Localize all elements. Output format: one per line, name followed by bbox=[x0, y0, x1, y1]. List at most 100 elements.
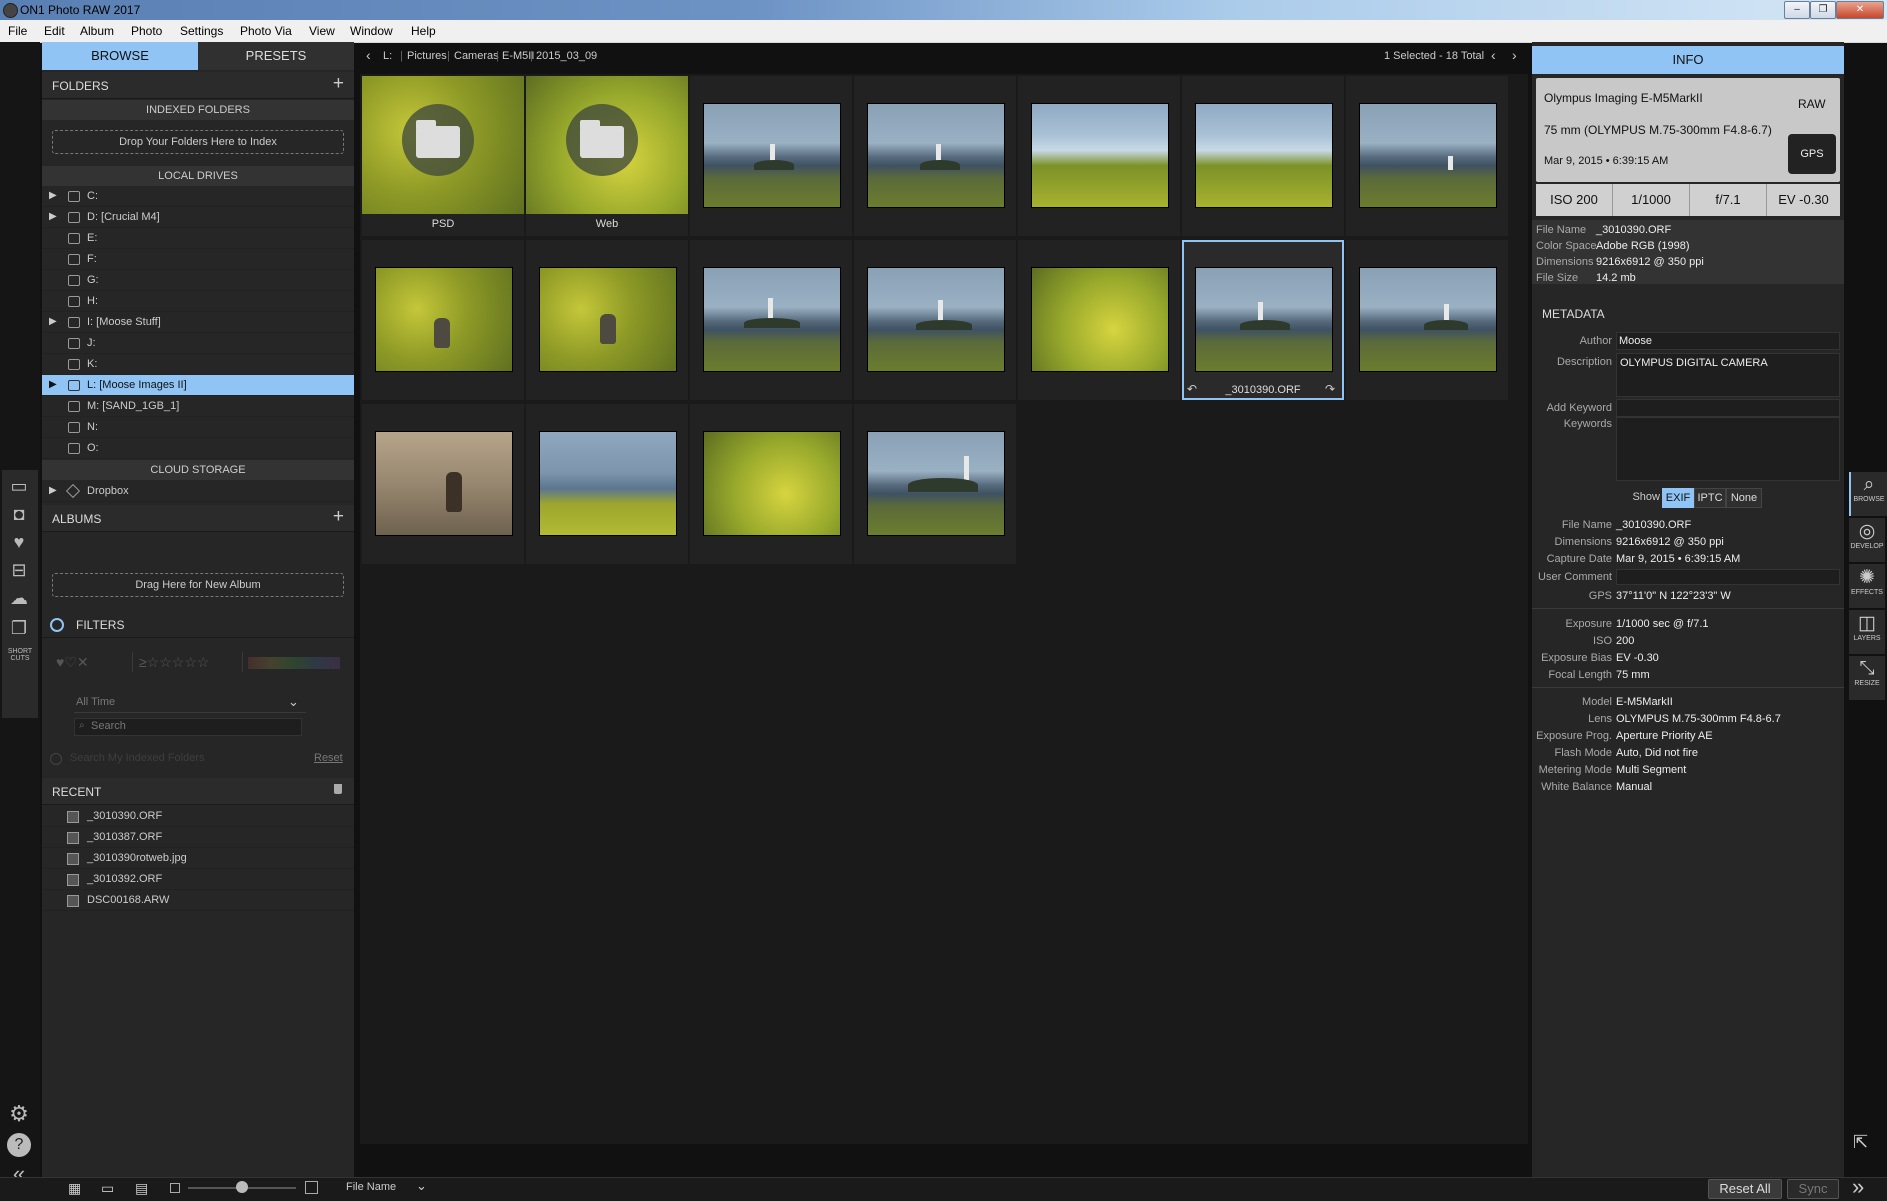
photo-thumb[interactable] bbox=[1182, 76, 1344, 236]
add-keyword-input[interactable] bbox=[1616, 399, 1840, 417]
cloud-dropbox[interactable]: ▶ Dropbox bbox=[42, 481, 354, 502]
restore-button[interactable]: ❐ bbox=[1810, 1, 1836, 19]
thumb-size-slider-knob[interactable] bbox=[236, 1181, 248, 1193]
close-button[interactable]: ✕ bbox=[1836, 1, 1884, 19]
recent-item[interactable]: _3010390rotweb.jpg bbox=[42, 848, 354, 869]
reset-all-button[interactable]: Reset All bbox=[1708, 1179, 1782, 1199]
module-browse[interactable]: ⌕ BROWSE bbox=[1849, 472, 1887, 516]
drive-n[interactable]: N: bbox=[42, 417, 354, 438]
expand-icon[interactable]: ▶ bbox=[49, 375, 57, 395]
rotate-right-icon[interactable]: ↷ bbox=[1325, 382, 1335, 396]
menu-edit[interactable]: Edit bbox=[44, 24, 65, 38]
tab-presets[interactable]: PRESETS bbox=[198, 42, 354, 70]
reset-filters-link[interactable]: Reset bbox=[314, 752, 343, 764]
drive-i[interactable]: ▶ I: [Moose Stuff] bbox=[42, 312, 354, 333]
drive-icon[interactable]: ⊟ bbox=[6, 558, 32, 582]
collapse-right-icon[interactable]: » bbox=[1852, 1174, 1864, 1200]
minimize-button[interactable]: – bbox=[1784, 1, 1810, 19]
grid-view-icon[interactable]: ▦ bbox=[68, 1180, 81, 1197]
breadcrumb-item[interactable]: 2015_03_09 bbox=[536, 50, 597, 62]
computer-icon[interactable]: ▭ bbox=[6, 474, 32, 498]
menu-view[interactable]: View bbox=[309, 24, 335, 38]
photo-thumb[interactable] bbox=[1018, 240, 1180, 400]
prev-arrow-icon[interactable]: ‹ bbox=[1491, 47, 1496, 63]
expand-icon[interactable]: ▶ bbox=[49, 481, 57, 501]
add-album-icon[interactable]: + bbox=[333, 506, 344, 528]
filmstrip-view-icon[interactable]: ▤ bbox=[135, 1180, 148, 1197]
rotate-left-icon[interactable]: ↶ bbox=[1187, 382, 1197, 396]
photo-thumb[interactable] bbox=[1346, 240, 1508, 400]
index-drop-zone[interactable]: Drop Your Folders Here to Index bbox=[52, 130, 344, 154]
rating-filter[interactable]: ≥☆☆☆☆☆ bbox=[139, 654, 209, 671]
shortcuts-icon[interactable]: ❐ bbox=[6, 616, 32, 640]
sync-button[interactable]: Sync bbox=[1787, 1179, 1839, 1199]
drive-o[interactable]: O: bbox=[42, 438, 354, 459]
breadcrumb-item[interactable]: Pictures bbox=[407, 50, 447, 62]
drive-f[interactable]: F: bbox=[42, 249, 354, 270]
module-develop[interactable]: ◎ DEVELOP bbox=[1849, 518, 1885, 562]
breadcrumb-item[interactable]: Cameras bbox=[454, 50, 499, 62]
expand-icon[interactable]: ▶ bbox=[49, 312, 57, 332]
user-comment-field[interactable] bbox=[1616, 569, 1840, 585]
search-indexed-radio[interactable] bbox=[50, 753, 62, 765]
show-exif-button[interactable]: EXIF bbox=[1662, 488, 1694, 508]
back-arrow-icon[interactable]: ‹ bbox=[366, 47, 371, 63]
menu-photo[interactable]: Photo bbox=[131, 24, 162, 38]
filters-toggle-icon[interactable] bbox=[50, 618, 64, 632]
menu-help[interactable]: Help bbox=[411, 24, 436, 38]
photo-thumb[interactable] bbox=[854, 76, 1016, 236]
trash-icon[interactable] bbox=[334, 784, 342, 794]
module-layers[interactable]: ◫ LAYERS bbox=[1849, 610, 1885, 654]
photo-thumb[interactable] bbox=[690, 404, 852, 564]
recent-item[interactable]: _3010387.ORF bbox=[42, 827, 354, 848]
module-effects[interactable]: ✺ EFFECTS bbox=[1849, 564, 1885, 608]
cloud-icon[interactable]: ☁ bbox=[6, 586, 32, 610]
drive-d[interactable]: ▶ D: [Crucial M4] bbox=[42, 207, 354, 228]
photo-thumb[interactable] bbox=[362, 240, 524, 400]
photo-thumb[interactable] bbox=[1018, 76, 1180, 236]
photo-thumb[interactable] bbox=[854, 240, 1016, 400]
drive-j[interactable]: J: bbox=[42, 333, 354, 354]
add-folder-icon[interactable]: + bbox=[333, 73, 344, 95]
drive-c[interactable]: ▶ C: bbox=[42, 186, 354, 207]
photo-thumb[interactable] bbox=[690, 240, 852, 400]
photo-thumb[interactable] bbox=[854, 404, 1016, 564]
photo-thumb[interactable] bbox=[362, 404, 524, 564]
description-field[interactable]: OLYMPUS DIGITAL CAMERA bbox=[1616, 353, 1840, 397]
recent-item[interactable]: _3010392.ORF bbox=[42, 869, 354, 890]
keywords-field[interactable] bbox=[1616, 417, 1840, 481]
photo-thumb[interactable] bbox=[526, 240, 688, 400]
drive-h[interactable]: H: bbox=[42, 291, 354, 312]
export-icon[interactable]: ⇱ bbox=[1853, 1132, 1868, 1153]
show-iptc-button[interactable]: IPTC bbox=[1694, 488, 1726, 508]
color-label-filter[interactable] bbox=[248, 657, 340, 669]
gps-button[interactable]: GPS bbox=[1788, 134, 1836, 174]
drive-e[interactable]: E: bbox=[42, 228, 354, 249]
heart-filter[interactable]: ♥♡✕ bbox=[56, 654, 89, 671]
photo-thumb[interactable] bbox=[526, 404, 688, 564]
menu-photo-via[interactable]: Photo Via bbox=[240, 24, 292, 38]
time-dropdown[interactable]: All Time ⌄ bbox=[74, 694, 306, 713]
drive-g[interactable]: G: bbox=[42, 270, 354, 291]
breadcrumb-item[interactable]: L: bbox=[383, 50, 392, 62]
tab-browse[interactable]: BROWSE bbox=[42, 42, 198, 70]
camera-icon[interactable]: ◘ bbox=[6, 502, 32, 526]
drive-m[interactable]: M: [SAND_1GB_1] bbox=[42, 396, 354, 417]
menu-settings[interactable]: Settings bbox=[180, 24, 223, 38]
help-icon[interactable]: ? bbox=[7, 1133, 31, 1157]
album-heart-icon[interactable]: ♥ bbox=[6, 530, 32, 554]
menu-window[interactable]: Window bbox=[350, 24, 393, 38]
expand-icon[interactable]: ▶ bbox=[49, 207, 57, 227]
recent-item[interactable]: DSC00168.ARW bbox=[42, 890, 354, 911]
next-arrow-icon[interactable]: › bbox=[1512, 47, 1517, 63]
expand-icon[interactable]: ▶ bbox=[49, 186, 57, 206]
album-drop-zone[interactable]: Drag Here for New Album bbox=[52, 573, 344, 597]
photo-thumb[interactable] bbox=[690, 76, 852, 236]
detail-view-icon[interactable]: ▭ bbox=[101, 1180, 114, 1197]
folder-thumb-psd[interactable]: PSD bbox=[362, 76, 524, 236]
photo-thumb[interactable] bbox=[1346, 76, 1508, 236]
sort-dropdown[interactable]: File Name ⌄ bbox=[338, 1178, 434, 1196]
gear-icon[interactable]: ⚙ bbox=[6, 1102, 32, 1126]
drive-l[interactable]: ▶ L: [Moose Images II] bbox=[42, 375, 354, 396]
menu-file[interactable]: File bbox=[8, 24, 27, 38]
